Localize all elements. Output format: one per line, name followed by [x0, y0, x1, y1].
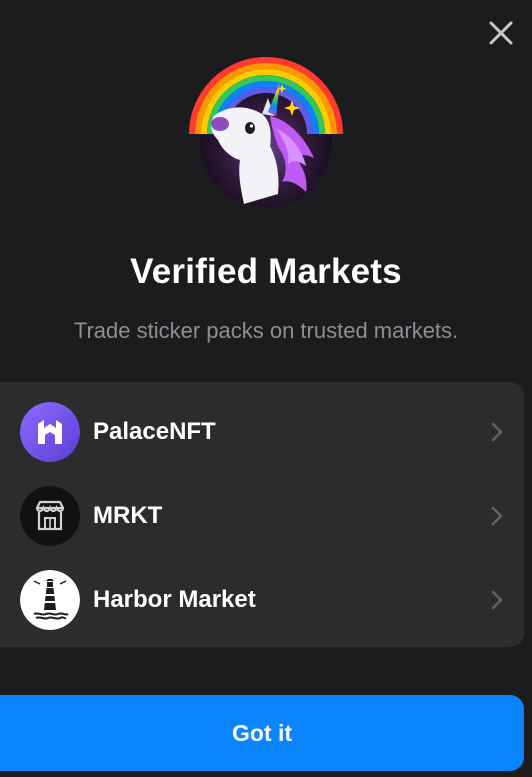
lighthouse-icon	[20, 570, 80, 630]
dialog-title: Verified Markets	[130, 252, 402, 291]
dialog-subtitle: Trade sticker packs on trusted markets.	[73, 318, 459, 343]
got-it-button[interactable]: Got it	[0, 695, 524, 771]
market-item-mrkt[interactable]: MRKT	[0, 474, 524, 558]
unicorn-rainbow-icon	[189, 57, 343, 208]
close-button[interactable]	[486, 18, 516, 48]
storefront-icon	[20, 486, 80, 546]
close-icon	[489, 21, 513, 45]
chevron-right-icon	[491, 422, 503, 442]
chevron-right-icon	[491, 590, 503, 610]
hero-illustration	[184, 54, 348, 214]
market-list: PalaceNFT MRKT Harbor Market	[0, 382, 524, 647]
market-label: MRKT	[93, 502, 163, 529]
market-label: PalaceNFT	[93, 418, 216, 445]
market-item-harbor-market[interactable]: Harbor Market	[0, 558, 524, 642]
chevron-right-icon	[491, 506, 503, 526]
market-item-palacenft[interactable]: PalaceNFT	[0, 390, 524, 474]
market-label: Harbor Market	[93, 586, 256, 613]
palace-logo-icon	[20, 402, 80, 462]
